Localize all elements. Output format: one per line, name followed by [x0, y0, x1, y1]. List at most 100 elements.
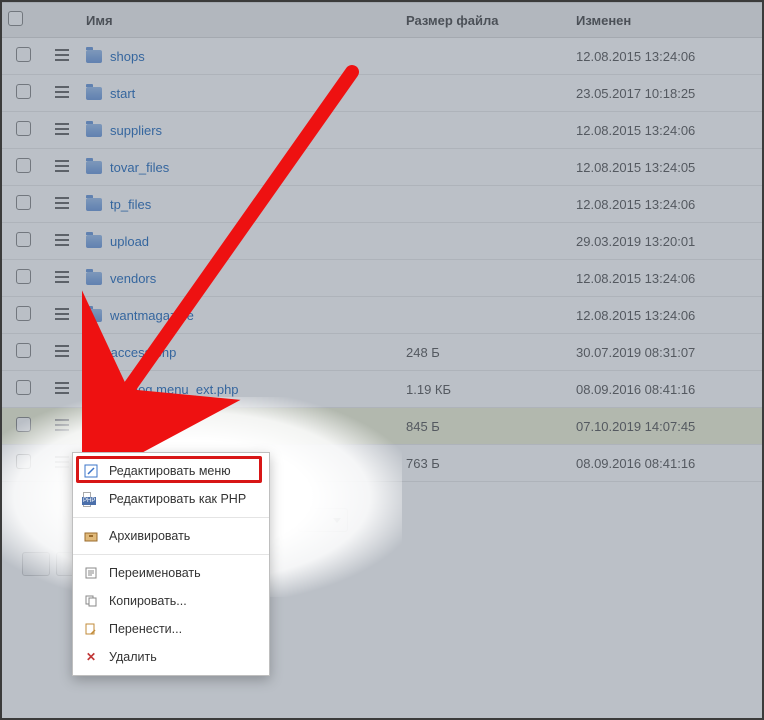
row-size: [400, 223, 570, 260]
delete-icon: ✕: [83, 649, 99, 665]
context-menu-item-label: Копировать...: [109, 594, 187, 608]
row-size: 1.19 КБ: [400, 371, 570, 408]
edit-icon: [83, 463, 99, 479]
context-menu-archive[interactable]: Архивировать: [73, 522, 269, 550]
row-name: Меню типа «fly»: [86, 419, 183, 434]
table-row: wantmagazine 12.08.2015 13:24:06: [2, 297, 762, 334]
row-checkbox[interactable]: [16, 158, 31, 173]
row-checkbox[interactable]: [16, 306, 31, 321]
folder-icon: [86, 198, 102, 211]
file-table: Имя Размер файла Изменен shops 12.08.2015…: [2, 2, 762, 482]
header-modified[interactable]: Изменен: [570, 3, 762, 38]
table-row: start 23.05.2017 10:18:25: [2, 75, 762, 112]
context-menu-item-label: Редактировать меню: [109, 464, 231, 478]
context-menu-item-label: Архивировать: [109, 529, 190, 543]
row-menu-icon[interactable]: [55, 160, 69, 172]
row-checkbox[interactable]: [16, 47, 31, 62]
row-size: [400, 297, 570, 334]
row-name[interactable]: upload: [110, 234, 149, 249]
rename-icon: [83, 565, 99, 581]
row-size: [400, 260, 570, 297]
row-name[interactable]: vendors: [110, 271, 156, 286]
table-row: tovar_files 12.08.2015 13:24:05: [2, 149, 762, 186]
row-name[interactable]: tovar_files: [110, 160, 169, 175]
table-row: vendors 12.08.2015 13:24:06: [2, 260, 762, 297]
row-checkbox[interactable]: [16, 121, 31, 136]
context-menu-delete[interactable]: ✕ Удалить: [73, 643, 269, 671]
header-size[interactable]: Размер файла: [400, 3, 570, 38]
context-menu-edit-php[interactable]: Редактировать как PHP: [73, 485, 269, 513]
row-name[interactable]: .access.php: [107, 345, 176, 360]
php-icon: [83, 491, 99, 507]
archive-icon: [83, 528, 99, 544]
row-checkbox[interactable]: [16, 454, 31, 469]
row-menu-icon[interactable]: [55, 49, 69, 61]
row-modified: 23.05.2017 10:18:25: [570, 75, 762, 112]
header-name[interactable]: Имя: [80, 3, 400, 38]
row-menu-icon[interactable]: [55, 197, 69, 209]
folder-icon: [86, 87, 102, 100]
row-name[interactable]: .catalog.menu_ext.php: [107, 382, 239, 397]
row-modified: 12.08.2015 13:24:06: [570, 260, 762, 297]
row-menu-icon[interactable]: [55, 456, 69, 468]
row-checkbox[interactable]: [16, 343, 31, 358]
row-checkbox[interactable]: [16, 195, 31, 210]
header-menu-spacer: [44, 3, 80, 38]
row-name[interactable]: tp_files: [110, 197, 151, 212]
context-menu-item-label: Редактировать как PHP: [109, 492, 246, 506]
row-size: 845 Б: [400, 408, 570, 445]
row-modified: 08.09.2016 08:41:16: [570, 371, 762, 408]
row-menu-icon[interactable]: [55, 86, 69, 98]
context-menu-move[interactable]: Перенести...: [73, 615, 269, 643]
table-row: suppliers 12.08.2015 13:24:06: [2, 112, 762, 149]
row-modified: 12.08.2015 13:24:05: [570, 149, 762, 186]
php-file-icon: [86, 344, 99, 359]
row-name[interactable]: shops: [110, 49, 145, 64]
header-checkbox[interactable]: [2, 3, 44, 38]
move-icon: [83, 621, 99, 637]
row-modified: 12.08.2015 13:24:06: [570, 297, 762, 334]
row-modified: 29.03.2019 13:20:01: [570, 223, 762, 260]
copy-icon: [83, 593, 99, 609]
row-size: [400, 75, 570, 112]
folder-icon: [86, 161, 102, 174]
context-menu-rename[interactable]: Переименовать: [73, 559, 269, 587]
table-row: tp_files12.08.2015 13:24:06: [2, 186, 762, 223]
row-checkbox[interactable]: [16, 232, 31, 247]
row-size: [400, 38, 570, 75]
row-checkbox[interactable]: [16, 380, 31, 395]
row-checkbox[interactable]: [16, 84, 31, 99]
row-menu-icon[interactable]: [55, 382, 69, 394]
row-menu-icon[interactable]: [55, 123, 69, 135]
row-size: 763 Б: [400, 445, 570, 482]
row-menu-icon[interactable]: [55, 271, 69, 283]
page-size-select[interactable]: [298, 508, 348, 532]
row-menu-icon[interactable]: [55, 345, 69, 357]
row-size: [400, 149, 570, 186]
row-name[interactable]: suppliers: [110, 123, 162, 138]
row-name[interactable]: start: [110, 86, 135, 101]
pager-prev-button[interactable]: [22, 552, 50, 576]
row-modified: 08.09.2016 08:41:16: [570, 445, 762, 482]
php-file-icon: [86, 381, 99, 396]
row-size: [400, 186, 570, 223]
folder-icon: [86, 50, 102, 63]
context-menu-edit-menu[interactable]: Редактировать меню: [73, 457, 269, 485]
row-name[interactable]: wantmagazine: [110, 308, 194, 323]
row-size: 248 Б: [400, 334, 570, 371]
row-menu-icon[interactable]: [55, 419, 69, 431]
context-menu-copy[interactable]: Копировать...: [73, 587, 269, 615]
folder-icon: [86, 309, 102, 322]
row-checkbox[interactable]: [16, 417, 31, 432]
row-checkbox[interactable]: [16, 269, 31, 284]
row-modified: 30.07.2019 08:31:07: [570, 334, 762, 371]
row-modified: 12.08.2015 13:24:06: [570, 112, 762, 149]
row-menu-icon[interactable]: [55, 234, 69, 246]
context-menu-item-label: Удалить: [109, 650, 157, 664]
table-row: .access.php 248 Б30.07.2019 08:31:07: [2, 334, 762, 371]
folder-icon: [86, 235, 102, 248]
row-menu-icon[interactable]: [55, 308, 69, 320]
context-menu: Редактировать меню Редактировать как PHP…: [72, 452, 270, 676]
row-modified: 07.10.2019 14:07:45: [570, 408, 762, 445]
folder-icon: [86, 272, 102, 285]
